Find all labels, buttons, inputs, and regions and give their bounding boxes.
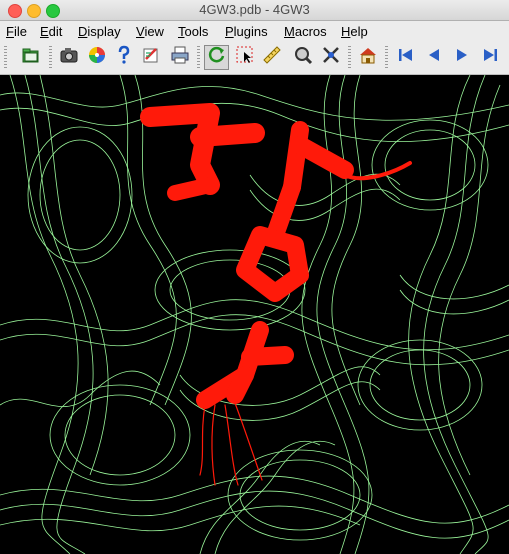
script-editor-button[interactable]: [138, 45, 163, 70]
color-button[interactable]: [84, 45, 109, 70]
molecule-viewer-canvas[interactable]: [0, 75, 509, 554]
toolbar-separator: [348, 46, 351, 70]
previous-frame-button[interactable]: [421, 45, 446, 70]
pick-center-icon: [321, 45, 341, 70]
edit-script-icon: [141, 45, 161, 70]
menu-tools[interactable]: Tools: [178, 24, 208, 39]
select-icon: [235, 45, 255, 70]
help-icon: [114, 45, 134, 70]
home-icon: [358, 45, 378, 70]
menu-display[interactable]: Display: [78, 24, 121, 39]
print-icon: [170, 45, 190, 70]
open-button[interactable]: [18, 45, 43, 70]
home-button[interactable]: [355, 45, 380, 70]
measure-icon: [262, 45, 282, 70]
menu-file[interactable]: File: [6, 24, 27, 39]
toolbar-separator: [385, 46, 388, 70]
next-frame-button[interactable]: [449, 45, 474, 70]
zoom-icon: [293, 45, 313, 70]
print-button[interactable]: [167, 45, 192, 70]
previous-frame-icon: [424, 45, 444, 70]
window-title: 4GW3.pdb - 4GW3: [199, 2, 310, 17]
screenshot-button[interactable]: [56, 45, 81, 70]
rotate-icon: [207, 45, 227, 70]
menu-help[interactable]: Help: [341, 24, 368, 39]
menu-view[interactable]: View: [136, 24, 164, 39]
select-mode-button[interactable]: [232, 45, 257, 70]
help-button[interactable]: [111, 45, 136, 70]
toolbar-grip[interactable]: [4, 46, 7, 70]
first-frame-icon: [396, 45, 416, 70]
electron-density-mesh: [0, 75, 509, 554]
open-icon: [21, 45, 41, 70]
next-frame-icon: [452, 45, 472, 70]
measure-button[interactable]: [259, 45, 284, 70]
zoom-button[interactable]: [290, 45, 315, 70]
window-titlebar: 4GW3.pdb - 4GW3: [0, 0, 509, 21]
toolbar-separator: [197, 46, 200, 70]
pick-center-button[interactable]: [318, 45, 343, 70]
ligand-sticks: [140, 103, 412, 486]
menu-edit[interactable]: Edit: [40, 24, 62, 39]
first-frame-button[interactable]: [393, 45, 418, 70]
toolbar-separator: [49, 46, 52, 70]
color-wheel-icon: [87, 45, 107, 70]
molecular-scene: [0, 75, 509, 554]
rotate-mode-button[interactable]: [204, 45, 229, 70]
camera-icon: [59, 45, 79, 70]
menu-bar: File Edit Display View Tools Plugins Mac…: [0, 21, 509, 42]
last-frame-icon: [480, 45, 500, 70]
last-frame-button[interactable]: [477, 45, 502, 70]
menu-macros[interactable]: Macros: [284, 24, 327, 39]
menu-plugins[interactable]: Plugins: [225, 24, 268, 39]
toolbar: [0, 42, 509, 75]
